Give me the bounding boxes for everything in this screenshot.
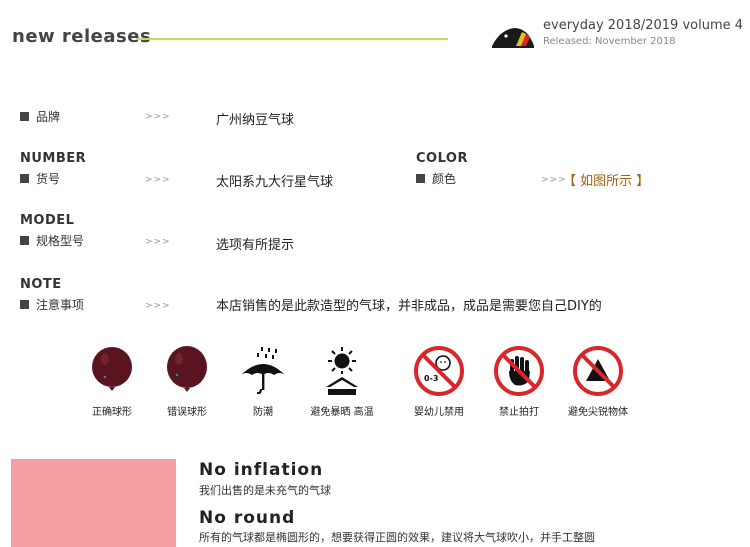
icon-label: 防潮 <box>253 407 273 418</box>
arrow-separator: >>> <box>145 237 171 247</box>
volume-text: everyday 2018/2019 volume 4 <box>543 18 744 33</box>
note-value: 本店销售的是此款造型的气球，并非成品，成品是需要您自己DIY的 <box>216 299 602 314</box>
icon-label: 禁止拍打 <box>499 407 539 418</box>
icon-item: 防潮 <box>223 345 303 418</box>
note-label: 注意事项 <box>20 296 84 313</box>
icon-label: 婴幼儿禁用 <box>414 407 464 418</box>
color-label: 颜色 <box>416 170 456 187</box>
age-range-label: 0-3 <box>424 374 438 383</box>
icon-item: 禁止拍打 <box>479 345 559 418</box>
bullet-square-icon <box>416 174 425 183</box>
icon-item: 0-3 婴幼儿禁用 <box>399 345 479 418</box>
no-inflation-text: 我们出售的是未充气的气球 <box>199 484 331 497</box>
no-hit-icon <box>494 346 544 396</box>
arrow-separator: >>> <box>145 175 171 185</box>
no-round-title: No round <box>199 508 296 528</box>
color-value: 【 如图所示 】 <box>563 174 650 189</box>
color-heading: COLOR <box>416 151 468 166</box>
arrow-separator: >>> <box>145 112 171 122</box>
note-heading: NOTE <box>20 277 62 292</box>
release-date: Released: November 2018 <box>543 36 676 47</box>
item-label: 货号 <box>20 170 60 187</box>
page-title: new releases <box>12 26 152 47</box>
arrow-separator: >>> <box>145 301 171 311</box>
icon-item: 正确球形 <box>72 345 152 418</box>
color-swatch <box>11 459 176 547</box>
model-value: 选项有所提示 <box>216 238 295 253</box>
bullet-square-icon <box>20 300 29 309</box>
bullet-square-icon <box>20 174 29 183</box>
model-label: 规格型号 <box>20 232 84 249</box>
brand-label: 品牌 <box>20 108 60 125</box>
no-infant-icon: 0-3 <box>414 346 464 396</box>
title-underline <box>136 38 448 40</box>
sun-icon <box>326 347 358 395</box>
icon-item: 避免尖锐物体 <box>558 345 638 418</box>
model-heading: MODEL <box>20 213 75 228</box>
icon-label: 避免尖锐物体 <box>568 407 628 418</box>
no-round-text: 所有的气球都是椭圆形的，想要获得正圆的效果，建议将大气球吹小，并手工整圆 <box>199 531 595 544</box>
icon-label: 错误球形 <box>167 407 207 418</box>
no-sharp-icon <box>573 346 623 396</box>
icon-label: 正确球形 <box>92 407 132 418</box>
bullet-square-icon <box>20 236 29 245</box>
balloon-correct-icon <box>92 347 132 391</box>
icon-label: 避免暴晒 高温 <box>310 407 374 418</box>
icon-item: 避免暴晒 高温 <box>302 345 382 418</box>
bullet-square-icon <box>20 112 29 121</box>
no-inflation-title: No inflation <box>199 460 324 480</box>
icon-item: 错误球形 <box>147 345 227 418</box>
item-value: 太阳系九大行星气球 <box>216 175 334 190</box>
brand-logo-icon <box>492 28 534 48</box>
balloon-wrong-icon <box>167 346 207 392</box>
umbrella-icon <box>241 347 285 395</box>
brand-value: 广州纳豆气球 <box>216 113 295 128</box>
number-heading: NUMBER <box>20 151 87 166</box>
